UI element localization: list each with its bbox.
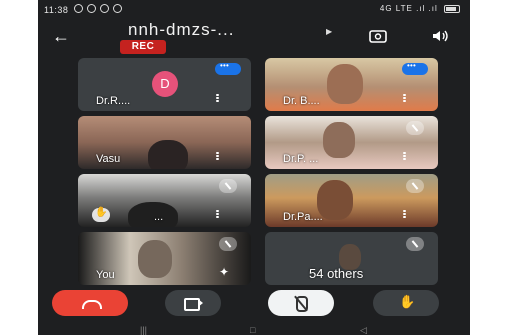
home-icon[interactable]: □ — [250, 325, 255, 335]
participant-tile[interactable]: ... — [78, 174, 251, 227]
notification-icons — [74, 4, 122, 13]
self-video — [138, 240, 172, 278]
participant-tile[interactable]: Dr. B.... — [265, 58, 438, 111]
signal-indicators: 4G LTE .ıl .ıl — [380, 4, 460, 13]
participant-name: Dr.R.... — [96, 95, 131, 107]
participant-tile[interactable]: D Dr.R.... — [78, 58, 251, 111]
switch-camera-icon[interactable] — [368, 28, 388, 44]
mic-off-icon — [219, 237, 237, 251]
speaking-indicator-icon — [215, 61, 241, 75]
mic-off-icon — [406, 121, 424, 135]
mic-off-icon — [406, 179, 424, 193]
back-arrow-icon[interactable]: ← — [52, 27, 70, 45]
participant-video — [327, 64, 363, 104]
status-bar: 11:38 4G LTE .ıl .ıl — [38, 0, 470, 20]
participant-tile[interactable]: Vasu — [78, 116, 251, 169]
more-vert-icon[interactable] — [216, 94, 219, 104]
more-vert-icon[interactable] — [216, 152, 219, 162]
participant-name: ... — [154, 211, 164, 223]
alarm-icon — [113, 4, 122, 13]
microphone-toggle-button[interactable] — [268, 290, 334, 316]
phone-icon — [100, 4, 109, 13]
meeting-code[interactable]: nnh-dmzs-... — [128, 20, 318, 40]
more-vert-icon[interactable] — [403, 152, 406, 162]
participant-name: Dr. B.... — [283, 95, 320, 107]
recording-badge: REC — [120, 40, 166, 54]
self-view-tile[interactable]: You ✦ — [78, 232, 251, 285]
participant-video — [148, 140, 188, 169]
mic-off-icon — [406, 237, 424, 251]
participant-tile[interactable]: Dr.Pa.... — [265, 174, 438, 227]
raised-hand-icon — [92, 207, 110, 222]
participant-tile[interactable]: Dr.P. ... — [265, 116, 438, 169]
recents-icon[interactable]: ||| — [140, 325, 147, 335]
more-vert-icon[interactable] — [216, 210, 219, 220]
camera-toggle-button[interactable] — [165, 290, 221, 316]
others-count: 54 others — [309, 266, 364, 281]
participant-name: Vasu — [96, 153, 121, 165]
end-call-button[interactable] — [52, 290, 128, 316]
chevron-right-icon[interactable]: ▶ — [326, 27, 332, 36]
mic-off-icon — [219, 179, 237, 193]
reframe-icon[interactable]: ✦ — [219, 265, 229, 279]
signal-text: 4G LTE .ıl .ıl — [379, 4, 438, 13]
notification-icon — [74, 4, 83, 13]
more-vert-icon[interactable] — [403, 94, 406, 104]
avatar: D — [152, 71, 178, 97]
whatsapp-icon — [87, 4, 96, 13]
participant-video — [128, 202, 178, 227]
raise-hand-button[interactable] — [373, 290, 439, 316]
participant-name: You — [96, 269, 115, 281]
status-time: 11:38 — [44, 5, 69, 15]
participant-name: Dr.Pa.... — [283, 211, 323, 223]
others-tile[interactable]: 54 others — [265, 232, 438, 285]
back-nav-icon[interactable]: ◁ — [360, 325, 367, 335]
participant-name: Dr.P. ... — [283, 153, 319, 165]
more-vert-icon[interactable] — [403, 210, 406, 220]
speaking-indicator-icon — [402, 61, 428, 75]
speaker-icon[interactable] — [430, 28, 450, 44]
participant-video — [323, 122, 355, 158]
meet-screen: 11:38 4G LTE .ıl .ıl ← nnh-dmzs-... ▶ RE… — [38, 0, 470, 335]
battery-icon — [444, 4, 460, 13]
